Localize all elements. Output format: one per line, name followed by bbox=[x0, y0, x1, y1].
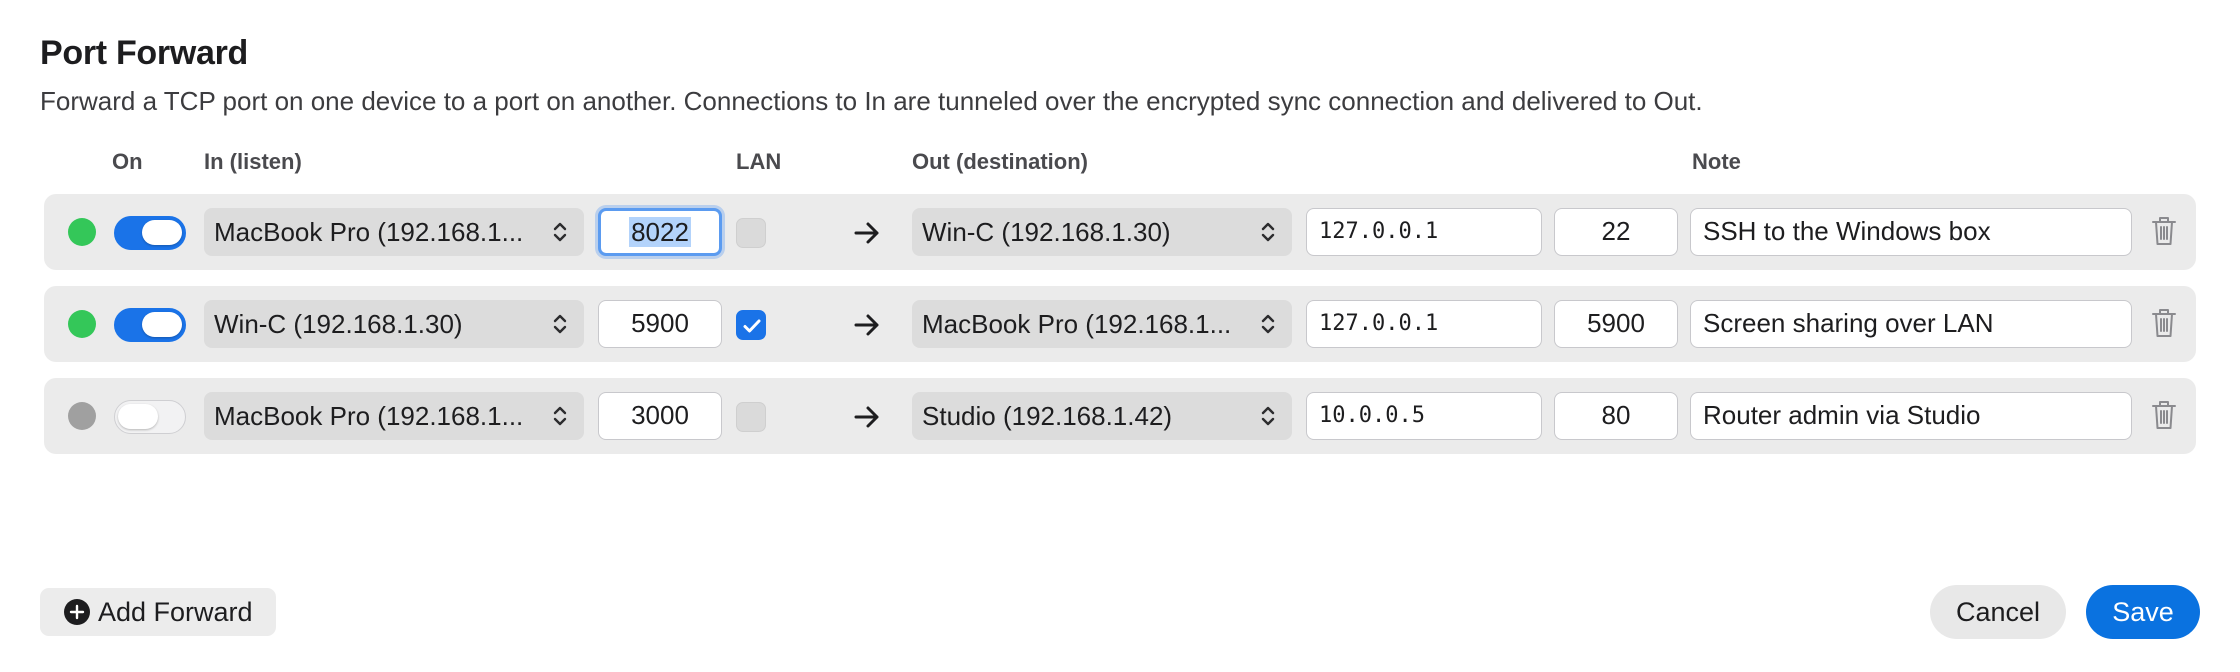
enable-toggle[interactable] bbox=[114, 308, 186, 342]
toggle-knob bbox=[142, 220, 182, 245]
in-device-select[interactable]: MacBook Pro (192.168.1... bbox=[204, 208, 584, 256]
chevron-up-down-icon bbox=[1261, 314, 1275, 334]
toggle-knob bbox=[118, 404, 158, 429]
out-host-field[interactable]: 127.0.0.1 bbox=[1306, 300, 1542, 348]
out-device-label: MacBook Pro (192.168.1... bbox=[922, 309, 1232, 339]
checkmark-icon bbox=[743, 319, 761, 333]
arrow-right-icon bbox=[854, 222, 879, 244]
forward-row: Win-C (192.168.1.30) 5900 MacBook Pro (192… bbox=[44, 286, 2196, 362]
out-device-select[interactable]: MacBook Pro (192.168.1... bbox=[912, 300, 1292, 348]
status-indicator bbox=[68, 310, 96, 338]
trash-icon[interactable] bbox=[2150, 214, 2178, 248]
trash-icon[interactable] bbox=[2150, 306, 2178, 340]
out-host-field[interactable]: 10.0.0.5 bbox=[1306, 392, 1542, 440]
note-field[interactable]: SSH to the Windows box bbox=[1690, 208, 2132, 256]
out-host-value: 127.0.0.1 bbox=[1319, 219, 1439, 244]
enable-toggle[interactable] bbox=[114, 400, 186, 434]
arrow-right-icon bbox=[854, 314, 879, 336]
column-header-in: In (listen) bbox=[204, 149, 302, 174]
out-port-field[interactable]: 5900 bbox=[1554, 300, 1678, 348]
lan-checkbox[interactable] bbox=[736, 310, 766, 340]
note-field[interactable]: Screen sharing over LAN bbox=[1690, 300, 2132, 348]
out-port-field[interactable]: 80 bbox=[1554, 392, 1678, 440]
forward-row: MacBook Pro (192.168.1... 8022 Win-C (192.… bbox=[44, 194, 2196, 270]
out-host-value: 127.0.0.1 bbox=[1319, 311, 1439, 336]
out-port-field[interactable]: 22 bbox=[1554, 208, 1678, 256]
note-value: Router admin via Studio bbox=[1703, 400, 1981, 430]
trash-icon[interactable] bbox=[2150, 398, 2178, 432]
lan-checkbox[interactable] bbox=[736, 218, 766, 248]
chevron-up-down-icon bbox=[553, 314, 567, 334]
in-device-select[interactable]: MacBook Pro (192.168.1... bbox=[204, 392, 584, 440]
out-host-value: 10.0.0.5 bbox=[1319, 403, 1425, 428]
note-field[interactable]: Router admin via Studio bbox=[1690, 392, 2132, 440]
in-device-label: MacBook Pro (192.168.1... bbox=[214, 401, 524, 431]
in-port-value: 5900 bbox=[631, 308, 689, 338]
out-device-select[interactable]: Studio (192.168.1.42) bbox=[912, 392, 1292, 440]
in-device-label: Win-C (192.168.1.30) bbox=[214, 309, 463, 339]
chevron-up-down-icon bbox=[1261, 406, 1275, 426]
in-device-select[interactable]: Win-C (192.168.1.30) bbox=[204, 300, 584, 348]
enable-toggle[interactable] bbox=[114, 216, 186, 250]
chevron-up-down-icon bbox=[553, 406, 567, 426]
status-indicator bbox=[68, 402, 96, 430]
in-port-field[interactable]: 8022 bbox=[598, 208, 722, 256]
add-forward-label: Add Forward bbox=[98, 597, 253, 627]
column-header-lan: LAN bbox=[736, 149, 782, 174]
toggle-knob bbox=[142, 312, 182, 337]
in-port-field[interactable]: 3000 bbox=[598, 392, 722, 440]
out-device-select[interactable]: Win-C (192.168.1.30) bbox=[912, 208, 1292, 256]
status-indicator bbox=[68, 218, 96, 246]
out-host-field[interactable]: 127.0.0.1 bbox=[1306, 208, 1542, 256]
forward-row: MacBook Pro (192.168.1... 3000 Studio (192… bbox=[44, 378, 2196, 454]
note-value: SSH to the Windows box bbox=[1703, 216, 1991, 246]
column-header-on: On bbox=[112, 149, 143, 174]
arrow-right-icon bbox=[854, 406, 879, 428]
add-forward-button[interactable]: Add Forward bbox=[40, 588, 276, 636]
out-port-value: 80 bbox=[1601, 400, 1631, 430]
cancel-button[interactable]: Cancel bbox=[1930, 585, 2066, 639]
page-subtitle: Forward a TCP port on one device to a po… bbox=[40, 86, 1703, 116]
note-value: Screen sharing over LAN bbox=[1703, 308, 1994, 338]
page-title: Port Forward bbox=[40, 34, 248, 72]
in-port-value: 3000 bbox=[631, 400, 689, 430]
column-header-note: Note bbox=[1692, 149, 1741, 174]
chevron-up-down-icon bbox=[1261, 222, 1275, 242]
chevron-up-down-icon bbox=[553, 222, 567, 242]
plus-circle-icon bbox=[64, 599, 90, 625]
in-port-field[interactable]: 5900 bbox=[598, 300, 722, 348]
save-button[interactable]: Save bbox=[2086, 585, 2200, 639]
out-device-label: Win-C (192.168.1.30) bbox=[922, 217, 1171, 247]
column-header-out: Out (destination) bbox=[912, 149, 1088, 174]
in-device-label: MacBook Pro (192.168.1... bbox=[214, 217, 524, 247]
out-port-value: 22 bbox=[1601, 216, 1631, 246]
out-port-value: 5900 bbox=[1587, 308, 1645, 338]
in-port-value: 8022 bbox=[629, 217, 691, 247]
lan-checkbox[interactable] bbox=[736, 402, 766, 432]
out-device-label: Studio (192.168.1.42) bbox=[922, 401, 1173, 431]
